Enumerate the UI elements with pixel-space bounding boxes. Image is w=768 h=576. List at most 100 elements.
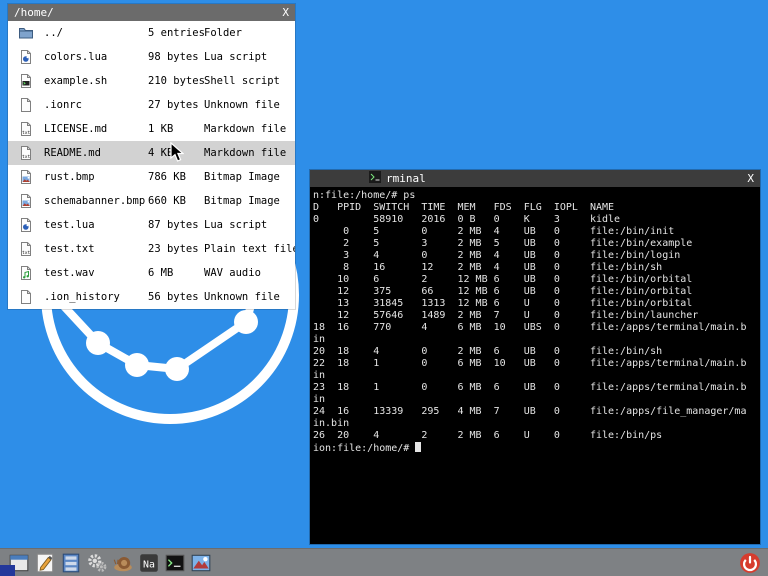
file-type: Markdown file <box>204 123 287 135</box>
svg-text:txt: txt <box>22 154 31 160</box>
file-cabinet-icon <box>60 552 82 574</box>
file-name: example.sh <box>44 75 108 87</box>
file-row[interactable]: txt test.txt 23 bytes Plain text file <box>8 237 295 261</box>
desktop: /home/ X ../ 5 entries Folder colors.lua 98 … <box>0 0 768 576</box>
terminal-line: 23 18 1 0 6 MB 6 UB 0 file:/apps/termina… <box>313 382 747 393</box>
file-row[interactable]: test.wav 6 MB WAV audio <box>8 261 295 285</box>
file-row[interactable]: txt README.md 4 KB Markdown file <box>8 141 295 165</box>
taskbar-editor[interactable] <box>32 550 57 575</box>
terminal-line: in <box>313 394 326 405</box>
shell-file-icon <box>18 73 34 89</box>
terminal-line: in.bin <box>313 418 350 429</box>
taskbar-image-viewer[interactable] <box>188 550 213 575</box>
unknown-file-icon <box>18 289 34 305</box>
terminal-line: D PPID SWITCH TIME MEM FDS FLG IOPL NAME <box>313 202 615 213</box>
file-manager-window: /home/ X ../ 5 entries Folder colors.lua 98 … <box>8 4 295 309</box>
file-name: test.lua <box>44 219 95 231</box>
corner-square <box>0 565 15 576</box>
terminal-line: 12 57646 1489 2 MB 7 U 0 file:/bin/launc… <box>313 310 699 321</box>
file-size: 786 KB <box>148 171 186 183</box>
power-icon <box>739 552 761 574</box>
terminal-line: 13 31845 1313 12 MB 6 U 0 file:/bin/orbi… <box>313 298 693 309</box>
terminal-line: ion:file:/home/# <box>313 442 760 455</box>
mouse-cursor <box>170 142 184 162</box>
terminal-line: 22 18 1 0 6 MB 10 UB 0 file:/apps/termin… <box>313 358 747 369</box>
taskbar-settings[interactable] <box>84 550 109 575</box>
taskbar: Na <box>0 548 768 576</box>
file-row[interactable]: colors.lua 98 bytes Lua script <box>8 45 295 69</box>
terminal-line: in <box>313 334 326 345</box>
file-type: Lua script <box>204 51 268 63</box>
taskbar-items: Na <box>6 550 213 575</box>
terminal-line: 10 6 2 12 MB 6 UB 0 file:/bin/orbital <box>313 274 693 285</box>
terminal-line: n:file:/home/# ps <box>313 190 416 201</box>
file-type: Plain text file <box>204 243 295 255</box>
sodium-na-icon: Na <box>138 552 160 574</box>
terminal-line: 2 5 3 2 MB 5 UB 0 file:/bin/example <box>313 238 693 249</box>
terminal-line: in <box>313 370 326 381</box>
text-file-icon: txt <box>18 241 34 257</box>
file-type: Lua script <box>204 219 268 231</box>
file-size: 210 bytes <box>148 75 204 87</box>
file-name: colors.lua <box>44 51 108 63</box>
close-icon[interactable]: X <box>282 6 289 19</box>
terminal-line: 26 20 4 2 2 MB 6 U 0 file:/bin/ps <box>313 430 663 441</box>
file-type: Shell script <box>204 75 280 87</box>
file-row[interactable]: test.lua 87 bytes Lua script <box>8 213 295 237</box>
file-name: .ion_history <box>44 291 120 303</box>
taskbar-file-manager[interactable] <box>58 550 83 575</box>
terminal-line: 0 58910 2016 0 B 0 K 3 kidle <box>313 214 621 225</box>
terminal-icon <box>164 552 186 574</box>
file-type: Unknown file <box>204 99 280 111</box>
terminal-titlebar[interactable]: rminal X <box>310 170 760 187</box>
unknown-file-icon <box>18 97 34 113</box>
folder-icon <box>18 25 34 41</box>
pencil-icon <box>34 552 56 574</box>
file-row[interactable]: example.sh 210 bytes Shell script <box>8 69 295 93</box>
file-row[interactable]: .ionrc 27 bytes Unknown file <box>8 93 295 117</box>
file-size: 23 bytes <box>148 243 199 255</box>
file-size: 1 KB <box>148 123 174 135</box>
file-type: Bitmap Image <box>204 195 280 207</box>
file-type: Markdown file <box>204 147 287 159</box>
terminal-line: 0 5 0 2 MB 4 UB 0 file:/bin/init <box>313 226 675 237</box>
file-row[interactable]: ../ 5 entries Folder <box>8 21 295 45</box>
audio-file-icon <box>18 265 34 281</box>
terminal-window: rminal X n:file:/home/# ps D PPID SWITCH … <box>310 170 760 544</box>
lua-file-icon <box>18 49 34 65</box>
file-type: Folder <box>204 27 242 39</box>
file-manager-title: /home/ <box>14 6 54 19</box>
image-viewer-icon <box>190 552 212 574</box>
file-row[interactable]: schemabanner.bmp 660 KB Bitmap Image <box>8 189 295 213</box>
svg-text:txt: txt <box>22 250 31 256</box>
file-list: ../ 5 entries Folder colors.lua 98 bytes Lua … <box>8 21 295 309</box>
terminal-line: 24 16 13339 295 4 MB 7 UB 0 file:/apps/f… <box>313 406 747 417</box>
image-file-icon <box>18 193 34 209</box>
svg-text:Na: Na <box>143 559 155 570</box>
file-row[interactable]: .ion_history 56 bytes Unknown file <box>8 285 295 309</box>
file-manager-titlebar[interactable]: /home/ X <box>8 4 295 21</box>
file-name: .ionrc <box>44 99 82 111</box>
terminal-line: 8 16 12 2 MB 4 UB 0 file:/bin/sh <box>313 262 663 273</box>
terminal-line: 18 16 770 4 6 MB 10 UBS 0 file:/apps/ter… <box>313 322 747 333</box>
taskbar-sodium[interactable]: Na <box>136 550 161 575</box>
file-type: WAV audio <box>204 267 261 279</box>
lua-file-icon <box>18 217 34 233</box>
taskbar-browser[interactable] <box>110 550 135 575</box>
file-type: Bitmap Image <box>204 171 280 183</box>
file-name: LICENSE.md <box>44 123 108 135</box>
close-icon[interactable]: X <box>747 172 754 185</box>
file-name: README.md <box>44 147 101 159</box>
file-size: 87 bytes <box>148 219 199 231</box>
terminal-output[interactable]: n:file:/home/# ps D PPID SWITCH TIME MEM … <box>310 187 760 544</box>
power-button[interactable] <box>737 550 762 575</box>
file-row[interactable]: rust.bmp 786 KB Bitmap Image <box>8 165 295 189</box>
file-name: ../ <box>44 27 63 39</box>
file-row[interactable]: txt LICENSE.md 1 KB Markdown file <box>8 117 295 141</box>
terminal-line: 20 18 4 0 2 MB 6 UB 0 file:/bin/sh <box>313 346 663 357</box>
terminal-title: rminal <box>385 172 426 185</box>
taskbar-terminal[interactable] <box>162 550 187 575</box>
file-size: 660 KB <box>148 195 186 207</box>
file-name: rust.bmp <box>44 171 95 183</box>
file-size: 98 bytes <box>148 51 199 63</box>
